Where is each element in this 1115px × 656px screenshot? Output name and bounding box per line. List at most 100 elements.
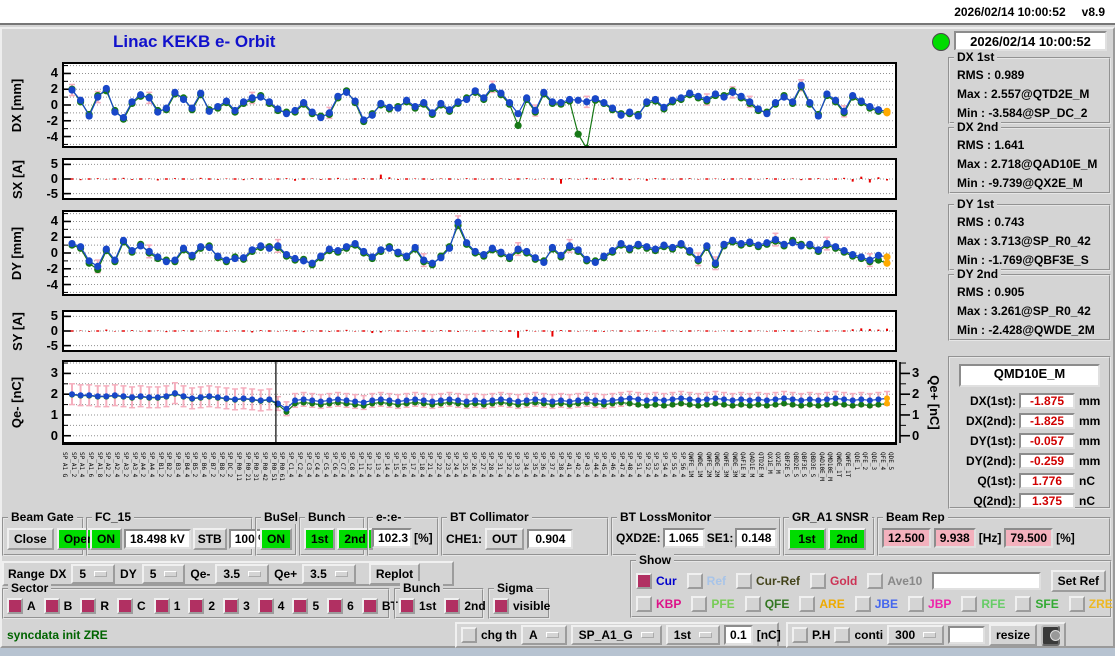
sector-item-a-checkbox[interactable] [7,598,23,614]
bpm-name-label: QWDE_1M [695,452,703,478]
sector-item-r[interactable]: R [80,598,109,614]
show-cur-ref[interactable]: Cur-Ref [736,573,800,589]
show-gold[interactable]: Gold [810,573,857,589]
show-jbe[interactable]: JBE [854,596,898,612]
sector-item-c[interactable]: C [117,598,146,614]
bpm-name-label: SP_25_4 [461,452,469,478]
sector-item-bt-checkbox[interactable] [361,598,378,614]
chg-th-checkbox-item[interactable]: chg th [461,627,517,643]
sector-item-3[interactable]: 3 [223,598,250,614]
set-ref-button[interactable]: Set Ref [1050,570,1106,592]
show-jbe-checkbox[interactable] [854,596,871,612]
monitor-row-label: DY(1st): [969,434,1016,448]
resize-button[interactable]: resize [989,624,1038,646]
show-ave10-checkbox[interactable] [867,573,884,589]
group-title: BuSel [261,510,302,524]
show-zre[interactable]: ZRE [1068,596,1113,612]
bpm-name-label: SP_55_4 [669,452,677,478]
chg-th-select[interactable]: A [521,625,567,645]
sector-item-2-checkbox[interactable] [188,598,205,614]
bunch-item-2nd[interactable]: 2nd [444,598,486,614]
range-dy-select[interactable]: 5 [141,563,186,584]
show-pfe-checkbox[interactable] [691,596,708,612]
chg-th-checkbox[interactable] [461,627,477,643]
busel-on-button[interactable]: ON [260,528,292,550]
range-qe-minus-select[interactable]: 3.5 [215,563,270,584]
sector-item-a[interactable]: A [7,598,36,614]
bunch-item-1st[interactable]: 1st [399,598,436,614]
sector-item-4[interactable]: 4 [257,598,284,614]
show-pfe[interactable]: PFE [691,596,735,612]
show-jbp-checkbox[interactable] [908,596,925,612]
che1-out-button[interactable]: OUT [485,528,525,550]
bunch-select[interactable]: 1st [665,625,721,645]
page-title: Linac KEKB e- Orbit [113,32,276,51]
show-gold-checkbox[interactable] [810,573,827,589]
conti-label: conti [854,628,884,642]
show-jbp[interactable]: JBP [908,596,951,612]
show-ref[interactable]: Ref [686,573,726,589]
sector-item-1[interactable]: 1 [153,598,180,614]
fc15-on-button[interactable]: ON [90,528,122,550]
sigma-visible-checkbox[interactable] [493,598,509,614]
show-cur-checkbox[interactable] [636,573,652,589]
show-qfe-checkbox[interactable] [744,596,761,612]
beam-gate-close-button[interactable]: Close [7,528,54,550]
sector-item-c-checkbox[interactable] [117,598,134,614]
sector-item-2[interactable]: 2 [188,598,215,614]
show-kbp[interactable]: KBP [636,596,681,612]
conti-count-select[interactable]: 300 [887,625,945,645]
bpm-name-label: SP_21_4 [426,452,434,478]
show-ref-checkbox[interactable] [686,573,703,589]
gr-a1-2nd-button[interactable]: 2nd [828,528,866,550]
topbar-datetime: 2026/02/14 10:00:52 [954,4,1066,19]
blank-entry[interactable] [948,626,986,644]
show-rfe-checkbox[interactable] [961,596,978,612]
threshold-input[interactable]: 0.1 [724,625,753,645]
sector-item-b[interactable]: B [43,598,72,614]
show-are[interactable]: ARE [799,596,845,612]
show-sfe-checkbox[interactable] [1015,596,1032,612]
show-rfe[interactable]: RFE [961,596,1005,612]
sector-item-r-checkbox[interactable] [80,598,97,614]
sector-item-5-checkbox[interactable] [292,598,309,614]
conti-checkbox-item[interactable]: conti [834,627,883,643]
show-sfe[interactable]: SFE [1015,596,1059,612]
sector-item-bt[interactable]: BT [361,598,398,614]
bpm-name-label: SP_B7_2 [208,452,216,478]
device-select[interactable]: SP_A1_G [570,625,662,645]
ph-checkbox[interactable] [792,627,808,643]
sigma-visible[interactable]: visible [493,598,550,614]
ph-checkbox-item[interactable]: P.H [792,627,830,643]
show-cur-ref-checkbox[interactable] [736,573,753,589]
fc15-stb-button[interactable]: STB [192,528,227,550]
desktop-topbar: 2026/02/14 10:00:52 v8.9 [0,0,1115,25]
sector-item-1-checkbox[interactable] [153,598,170,614]
sector-item-a-label: A [27,599,36,613]
bpm-name-label: SP_38_4 [556,452,564,478]
show-kbp-checkbox[interactable] [636,596,652,612]
show-cur[interactable]: Cur [636,573,677,589]
camera-icon[interactable] [1041,624,1062,646]
range-qe-plus-select[interactable]: 3.5 [302,563,356,584]
show-cur-ref-label: Cur-Ref [756,574,801,588]
show-ave10[interactable]: Ave10 [867,573,922,589]
show-zre-checkbox[interactable] [1068,596,1085,612]
ref-name-input[interactable] [932,572,1041,590]
bunch-item-1st-checkbox[interactable] [399,598,415,614]
sector-item-6-checkbox[interactable] [327,598,344,614]
sy-plot [62,310,897,352]
sector-item-b-checkbox[interactable] [43,598,60,614]
sector-item-3-checkbox[interactable] [223,598,240,614]
show-qfe[interactable]: QFE [744,596,789,612]
range-dx-select[interactable]: 5 [71,563,116,584]
show-are-checkbox[interactable] [799,596,816,612]
sector-item-4-checkbox[interactable] [257,598,274,614]
gr-a1-1st-button[interactable]: 1st [788,528,826,550]
sector-item-6[interactable]: 6 [327,598,354,614]
bunch-item-2nd-checkbox[interactable] [444,598,461,614]
conti-checkbox[interactable] [834,627,851,643]
sector-item-5[interactable]: 5 [292,598,319,614]
y-tick-label-right: 1 [912,406,920,422]
bunch-1st-button[interactable]: 1st [304,528,336,550]
